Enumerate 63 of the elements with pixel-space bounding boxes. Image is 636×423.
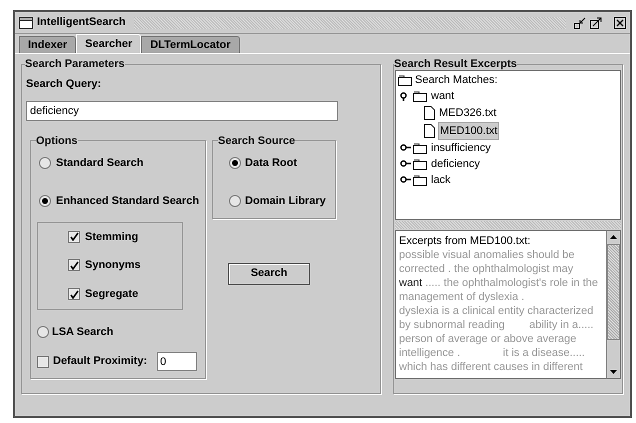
- radio-label: Domain Library: [245, 194, 326, 209]
- checkbox[interactable]: [68, 259, 80, 272]
- tree-item[interactable]: deficiency: [431, 156, 480, 172]
- tree-item[interactable]: MED326.txt: [438, 105, 498, 121]
- minimize-icon[interactable]: [574, 16, 586, 28]
- group-title: Search Result Excerpts: [394, 58, 517, 70]
- collapsed-handle-icon[interactable]: [400, 144, 411, 152]
- search-button[interactable]: Search: [228, 262, 310, 284]
- close-icon[interactable]: [614, 16, 626, 28]
- excerpt-line: possible visual anomalies should be: [399, 248, 576, 262]
- group-title: Search Parameters: [25, 58, 125, 70]
- radio-label: Standard Search: [56, 156, 144, 170]
- window-icon: [19, 16, 33, 28]
- window-title: IntelligentSearch: [37, 15, 126, 30]
- excerpt-line: dyslexia is a clinical entity characterized: [399, 304, 594, 318]
- maximize-icon[interactable]: [590, 16, 602, 28]
- folder-icon: [413, 158, 427, 170]
- folder-icon: [413, 90, 427, 102]
- proximity-field[interactable]: 0: [157, 352, 198, 371]
- folder-icon: [413, 142, 427, 154]
- file-icon: [424, 106, 435, 120]
- tree-item[interactable]: insufficiency: [431, 140, 491, 156]
- collapsed-handle-icon[interactable]: [400, 176, 411, 184]
- checkbox-label: Default Proximity:: [53, 354, 148, 370]
- radio-label: Enhanced Standard Search: [56, 194, 200, 209]
- checkbox[interactable]: [68, 230, 80, 243]
- checkbox[interactable]: [68, 288, 80, 300]
- radio-button[interactable]: [37, 326, 49, 338]
- tree-item[interactable]: Search Matches:: [415, 72, 498, 88]
- search-query-field[interactable]: deficiency: [26, 100, 338, 120]
- folder-icon: [398, 74, 412, 86]
- radio-button[interactable]: [39, 195, 51, 208]
- checkbox-label: Stemming: [85, 230, 138, 245]
- excerpt-line: person of average or above average: [399, 332, 578, 346]
- folder-icon: [413, 174, 427, 186]
- radio-label: Data Root: [245, 156, 297, 170]
- scroll-thumb[interactable]: [607, 244, 620, 340]
- radio-button[interactable]: [39, 156, 51, 169]
- tree-item[interactable]: want: [431, 88, 454, 104]
- tab[interactable]: Searcher: [76, 34, 142, 53]
- checkbox[interactable]: [37, 356, 49, 368]
- radio-button[interactable]: [229, 156, 242, 169]
- excerpt-line: intelligence . it is a disease.....: [399, 346, 586, 360]
- radio-label: LSA Search: [52, 324, 114, 340]
- excerpt-title: Excerpts from MED100.txt:: [399, 234, 532, 248]
- group-title: Options: [36, 134, 78, 146]
- group-title: Search Source: [218, 134, 296, 146]
- scrollbar[interactable]: [606, 231, 620, 378]
- query-label: Search Query:: [26, 77, 102, 92]
- excerpt-line: by subnormal reading ability in a.....: [399, 318, 594, 332]
- tab[interactable]: Indexer: [19, 36, 76, 53]
- tab[interactable]: DLTermLocator: [141, 36, 240, 53]
- excerpt-line: corrected . the ophthalmologist may: [399, 262, 574, 276]
- radio-button[interactable]: [229, 195, 242, 208]
- checkbox-label: Segregate: [85, 286, 138, 302]
- tree-item[interactable]: MED100.txt: [438, 122, 500, 140]
- file-icon: [424, 124, 435, 138]
- excerpt-line: management of dyslexia .: [399, 290, 526, 304]
- tree-item[interactable]: lack: [431, 172, 451, 188]
- collapsed-handle-icon[interactable]: [400, 160, 411, 168]
- checkbox-label: Synonyms: [85, 258, 141, 274]
- excerpt-line: want ..... the ophthalmologist's role in the: [399, 276, 600, 290]
- excerpt-line: which has different causes in different: [399, 360, 584, 374]
